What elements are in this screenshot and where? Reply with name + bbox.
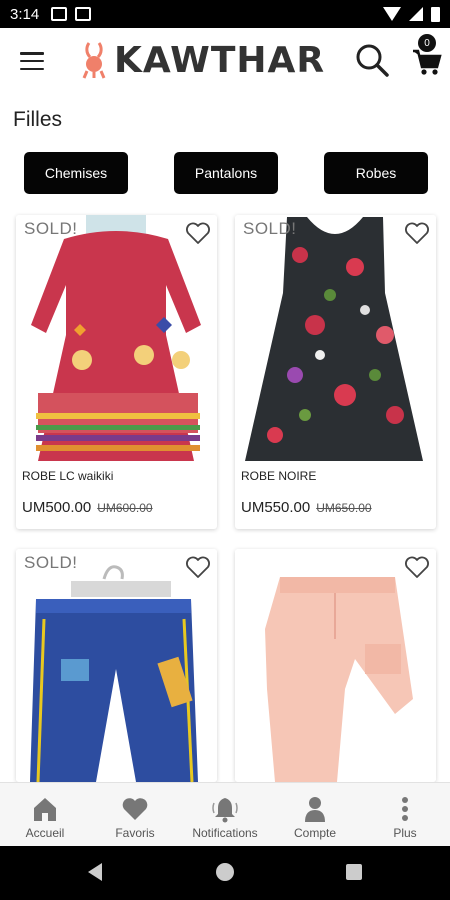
nav-item-plus[interactable]: Plus (360, 783, 450, 846)
heart-icon (122, 798, 148, 820)
favorite-heart-icon[interactable] (404, 221, 430, 245)
brand-name: KAWTHAR (114, 39, 326, 81)
gallery-notification-icon (51, 7, 68, 21)
price-row: UM500.00 UM600.00 (22, 499, 153, 516)
nav-label: Accueil (25, 826, 65, 840)
status-bar: 3:14 (0, 0, 450, 28)
product-name: ROBE NOIRE (241, 469, 317, 483)
product-photo-red-dress (16, 215, 217, 461)
bell-icon (212, 798, 238, 823)
cart-count-badge: 0 (418, 34, 436, 52)
nav-label: Notifications (192, 826, 258, 840)
home-button-icon[interactable] (216, 863, 234, 881)
product-photo-black-dress (235, 215, 436, 461)
nav-item-notifications[interactable]: Notifications (180, 783, 270, 846)
product-card[interactable] (235, 549, 436, 782)
bottom-navigation: Accueil Favoris Notifications Compte Plu… (0, 782, 450, 846)
product-old-price: UM600.00 (97, 501, 153, 515)
product-photo-blue-jeans (16, 549, 217, 782)
product-price: UM550.00 (241, 499, 311, 516)
sold-badge: SOLD! (24, 219, 78, 238)
rabbit-logo-icon (82, 42, 106, 79)
nav-label: Compte (293, 826, 337, 840)
brand-logo[interactable]: KAWTHAR (80, 38, 325, 82)
price-row: UM550.00 UM650.00 (241, 499, 372, 516)
category-button-robes[interactable]: Robes (324, 152, 428, 194)
person-icon (305, 797, 325, 822)
category-button-pantalons[interactable]: Pantalons (174, 152, 278, 194)
favorite-heart-icon[interactable] (404, 555, 430, 579)
category-button-chemises[interactable]: Chemises (24, 152, 128, 194)
nav-label: Favoris (115, 826, 155, 840)
favorite-heart-icon[interactable] (185, 555, 211, 579)
home-icon (34, 798, 56, 821)
product-card[interactable]: SOLD! ROBE NOIRE UM550.00 UM650.00 (235, 215, 436, 529)
product-price: UM500.00 (22, 499, 92, 516)
product-image[interactable]: SOLD! (235, 215, 436, 461)
nav-label: Plus (393, 826, 417, 840)
recent-apps-icon[interactable] (346, 864, 362, 880)
product-old-price: UM650.00 (316, 501, 372, 515)
mail-notification-icon (75, 7, 92, 21)
favorite-heart-icon[interactable] (185, 221, 211, 245)
nav-item-accueil[interactable]: Accueil (0, 783, 90, 846)
nav-item-favoris[interactable]: Favoris (90, 783, 180, 846)
wifi-icon (383, 7, 401, 21)
more-vertical-icon (402, 797, 408, 821)
search-icon[interactable] (354, 42, 390, 78)
cart-icon[interactable] (412, 48, 442, 76)
page-title: Filles (13, 108, 63, 131)
app-screen: 3:14 KAWTHAR 0 Filles Chemises Pantalons… (0, 0, 450, 900)
product-name: ROBE LC waikiki (22, 469, 114, 483)
product-image[interactable]: SOLD! (16, 549, 217, 782)
product-card[interactable]: SOLD! ROBE LC waikiki UM500.00 UM600.00 (16, 215, 217, 529)
status-time: 3:14 (10, 5, 40, 23)
sold-badge: SOLD! (24, 553, 78, 572)
nav-item-compte[interactable]: Compte (270, 783, 360, 846)
product-card[interactable]: SOLD! (16, 549, 217, 782)
product-image[interactable] (235, 549, 436, 782)
system-navigation-bar (0, 846, 450, 900)
signal-icon (409, 7, 423, 21)
menu-icon[interactable] (20, 52, 44, 70)
product-photo-pink-pants (235, 549, 436, 782)
back-icon[interactable] (88, 863, 102, 881)
sold-badge: SOLD! (243, 219, 297, 238)
app-header: KAWTHAR 0 (0, 28, 450, 92)
battery-icon (431, 6, 440, 22)
product-image[interactable]: SOLD! (16, 215, 217, 461)
